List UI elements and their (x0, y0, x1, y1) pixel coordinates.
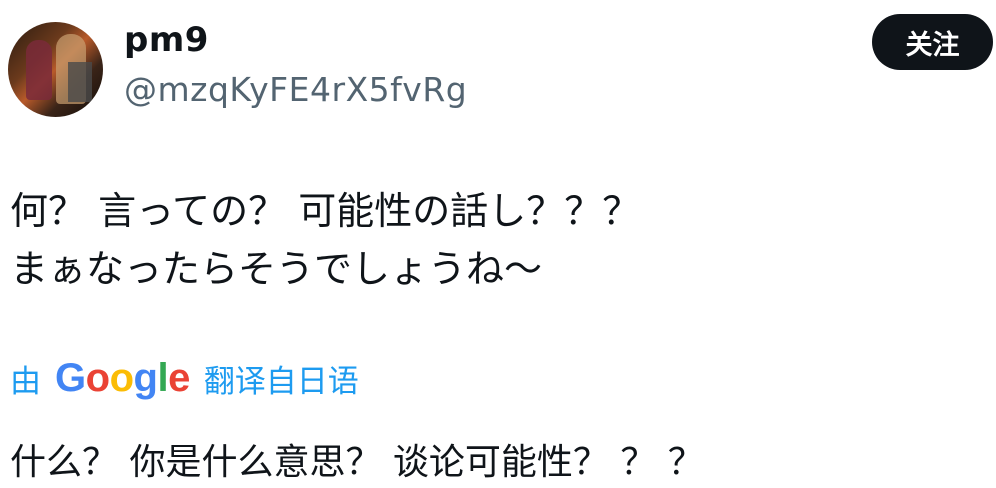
google-logo-letter: l (157, 355, 169, 400)
translate-attribution: 由 G o o g l e 翻译自日语 (10, 353, 359, 403)
display-name[interactable]: pm9 (124, 20, 209, 60)
translated-by-label: 由 (10, 363, 41, 400)
avatar-figure (68, 62, 92, 102)
follow-button[interactable]: 关注 (872, 14, 993, 70)
user-avatar[interactable] (8, 22, 103, 117)
tweet-line: まぁなったらそうでしょうね～ (10, 247, 543, 291)
google-logo-letter: e (168, 355, 190, 400)
tweet-text: 何？ 言っての？ 可能性の話し？？？ まぁなったらそうでしょうね～ (10, 182, 980, 298)
google-logo-letter: o (109, 355, 134, 400)
avatar-figure (26, 40, 52, 100)
user-handle[interactable]: @mzqKyFE4rX5fvRg (124, 70, 467, 109)
translated-text: 什么？ 你是什么意思？ 谈论可能性？ ？ ？ (10, 442, 704, 483)
google-logo: G o o g l e (55, 356, 190, 401)
google-logo-letter: o (85, 355, 110, 400)
translated-from-link[interactable]: 翻译自日语 (204, 356, 359, 401)
google-logo-letter: G (55, 355, 86, 400)
google-logo-letter: g (133, 355, 158, 400)
tweet-line: 何？ 言っての？ 可能性の話し？？？ (10, 189, 641, 233)
